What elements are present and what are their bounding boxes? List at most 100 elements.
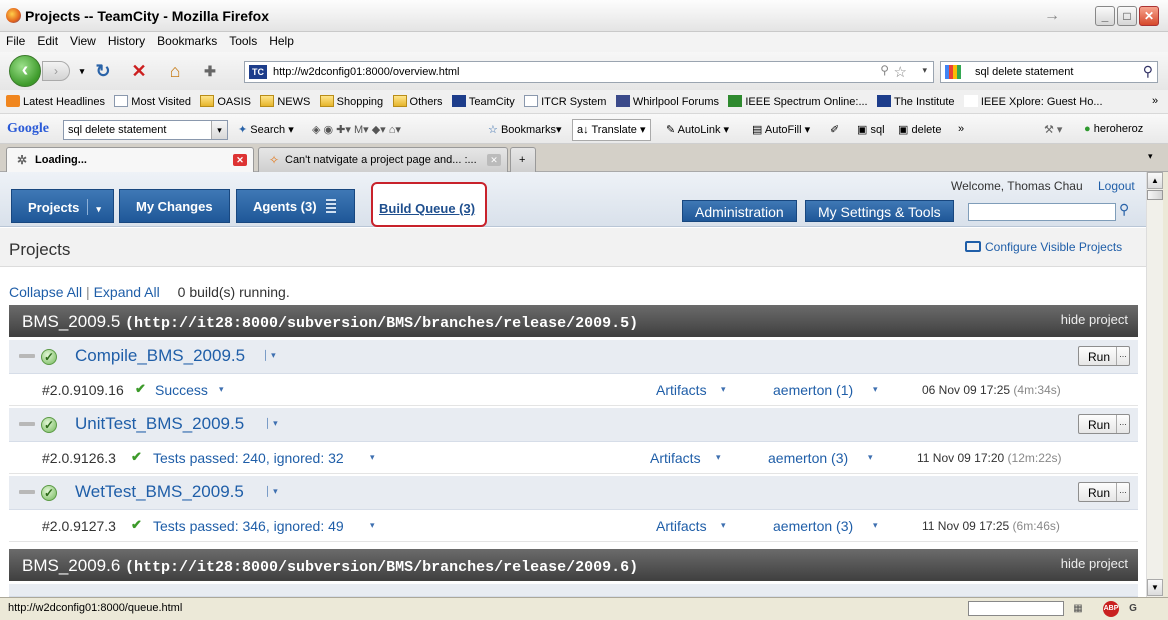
vertical-scrollbar[interactable]: ▲ ▼	[1146, 172, 1163, 597]
wrench-icon[interactable]: ⚒ ▾	[1044, 123, 1062, 136]
adblock-icon[interactable]: ABP	[1103, 601, 1119, 617]
build-number[interactable]: #2.0.9109.16	[42, 382, 124, 398]
administration-button[interactable]: Administration	[682, 200, 797, 222]
changes-user[interactable]: aemerton (3)	[768, 450, 848, 466]
close-button[interactable]: ✕	[1139, 6, 1159, 26]
run-options-icon[interactable]: …	[1116, 415, 1129, 433]
run-button[interactable]: Run…	[1078, 482, 1130, 502]
autolink-button[interactable]: ✎ AutoLink ▾	[666, 123, 729, 136]
changes-dropdown-icon[interactable]: ▾	[873, 384, 878, 395]
hide-project-link[interactable]: hide project	[1061, 312, 1128, 327]
changes-dropdown-icon[interactable]: ▾	[873, 520, 878, 531]
bookmark-item[interactable]: Latest Headlines	[6, 95, 105, 108]
project-name[interactable]: BMS_2009.5	[22, 312, 120, 331]
google-user[interactable]: ● heroheroz	[1084, 123, 1143, 135]
menu-tools[interactable]: Tools	[223, 32, 263, 48]
bookmark-item[interactable]: TeamCity	[451, 95, 515, 108]
bookmark-item[interactable]: Whirlpool Forums	[615, 95, 719, 108]
dropdown-icon[interactable]: ▾	[211, 121, 227, 139]
new-tab-button[interactable]: +	[510, 147, 536, 172]
build-status[interactable]: Tests passed: 346, ignored: 49	[153, 518, 344, 534]
build-type-name[interactable]: WetTest_BMS_2009.5	[75, 482, 244, 502]
collapse-handle-icon[interactable]	[19, 354, 35, 358]
forward-button[interactable]: ›	[42, 61, 70, 81]
teamcity-search-input[interactable]	[968, 203, 1116, 221]
artifacts-dropdown-icon[interactable]: ▾	[721, 384, 726, 395]
tab-list-dropdown-icon[interactable]: ▾	[1148, 151, 1153, 162]
tab-my-changes[interactable]: My Changes	[119, 189, 230, 223]
tab-close-icon[interactable]: ✕	[233, 154, 247, 166]
bookmark-item[interactable]: OASIS	[200, 95, 251, 108]
build-number[interactable]: #2.0.9127.3	[42, 518, 116, 534]
highlight-icon[interactable]: ✐	[830, 123, 839, 136]
build-type-dropdown-icon[interactable]: │ ▾	[263, 350, 276, 361]
status-addon-icon[interactable]: ▦	[1070, 601, 1086, 617]
bookmark-item[interactable]: The Institute	[876, 95, 955, 108]
collapse-handle-icon[interactable]	[19, 490, 35, 494]
changes-user[interactable]: aemerton (1)	[773, 382, 853, 398]
menu-edit[interactable]: Edit	[31, 32, 64, 48]
changes-dropdown-icon[interactable]: ▾	[868, 452, 873, 463]
scroll-thumb[interactable]	[1147, 190, 1163, 200]
artifacts-link[interactable]: Artifacts	[656, 518, 707, 534]
addon-icon[interactable]: ✚	[200, 61, 220, 81]
hide-project-link[interactable]: hide project	[1061, 556, 1128, 571]
project-name[interactable]: BMS_2009.6	[22, 556, 120, 575]
build-type-dropdown-icon[interactable]: │ ▾	[265, 486, 278, 497]
history-dropdown-icon[interactable]: ▾	[72, 61, 92, 81]
my-settings-button[interactable]: My Settings & Tools	[805, 200, 954, 222]
google-logo[interactable]: Google	[7, 121, 49, 137]
tab-jetbrains[interactable]: ✧ Can't natvigate a project page and... …	[258, 147, 508, 172]
bookmark-item[interactable]: ITCR System	[524, 95, 606, 108]
bookmarks-overflow-icon[interactable]: »	[1152, 95, 1158, 107]
changes-user[interactable]: aemerton (3)	[773, 518, 853, 534]
autofill-button[interactable]: ▤ AutoFill ▾	[752, 123, 810, 136]
run-button[interactable]: Run…	[1078, 414, 1130, 434]
toolbar-overflow[interactable]: »	[958, 123, 964, 135]
magnifier-icon[interactable]: ⚲	[1143, 63, 1153, 80]
bookmark-item[interactable]: IEEE Xplore: Guest Ho...	[963, 95, 1103, 108]
scroll-up-icon[interactable]: ▲	[1147, 172, 1163, 189]
build-status[interactable]: Success	[155, 382, 208, 398]
status-extension-icon[interactable]: G	[1125, 601, 1141, 617]
menu-view[interactable]: View	[64, 32, 102, 48]
minimize-button[interactable]: _	[1095, 6, 1115, 26]
back-button[interactable]: ‹	[9, 55, 41, 87]
menu-help[interactable]: Help	[263, 32, 300, 48]
bookmark-star-icon[interactable]: ☆	[894, 63, 907, 81]
menu-file[interactable]: File	[0, 32, 31, 48]
build-type-dropdown-icon[interactable]: │ ▾	[265, 418, 278, 429]
home-icon[interactable]: ⌂	[165, 61, 185, 81]
tab-close-icon[interactable]: ✕	[487, 154, 501, 166]
build-status[interactable]: Tests passed: 240, ignored: 32	[153, 450, 344, 466]
google-search-input[interactable]: sql delete statement ▾	[63, 120, 228, 140]
status-dropdown-icon[interactable]: ▾	[370, 452, 375, 463]
url-dropdown-icon[interactable]: ▾	[922, 65, 927, 76]
bookmark-item[interactable]: IEEE Spectrum Online:...	[728, 95, 868, 108]
maximize-button[interactable]: □	[1117, 6, 1137, 26]
feed-icon[interactable]: ⚲	[880, 63, 889, 77]
bookmark-item[interactable]: NEWS	[260, 95, 310, 108]
build-number[interactable]: #2.0.9126.3	[42, 450, 116, 466]
expand-all-link[interactable]: Expand All	[94, 284, 160, 300]
search-term-sql[interactable]: ▣ sql	[857, 123, 885, 136]
scroll-down-icon[interactable]: ▼	[1147, 579, 1163, 596]
artifacts-dropdown-icon[interactable]: ▾	[716, 452, 721, 463]
status-dropdown-icon[interactable]: ▾	[219, 384, 224, 395]
search-bar[interactable]: sql delete statement ⚲	[940, 61, 1158, 83]
tab-projects[interactable]: Projects ▾	[11, 189, 114, 223]
run-options-icon[interactable]: …	[1116, 347, 1129, 365]
build-type-name[interactable]: Compile_BMS_2009.5	[75, 346, 245, 366]
artifacts-link[interactable]: Artifacts	[650, 450, 701, 466]
bookmark-item[interactable]: Shopping	[319, 95, 383, 108]
reload-icon[interactable]: ↻	[93, 61, 113, 81]
bookmark-item[interactable]: Others	[392, 95, 443, 108]
toolbar-icons-group[interactable]: ◈ ◉ ✚▾ M▾ ◆▾ ⌂▾	[312, 123, 401, 136]
projects-dropdown-icon[interactable]: ▾	[96, 204, 101, 214]
configure-visible-projects-link[interactable]: Configure Visible Projects	[965, 240, 1122, 254]
artifacts-dropdown-icon[interactable]: ▾	[721, 520, 726, 531]
search-icon[interactable]: ⚲	[1119, 201, 1129, 218]
menu-history[interactable]: History	[102, 32, 151, 48]
tab-agents[interactable]: Agents (3)	[236, 189, 355, 223]
translate-button[interactable]: a↓ Translate ▾	[572, 119, 651, 141]
